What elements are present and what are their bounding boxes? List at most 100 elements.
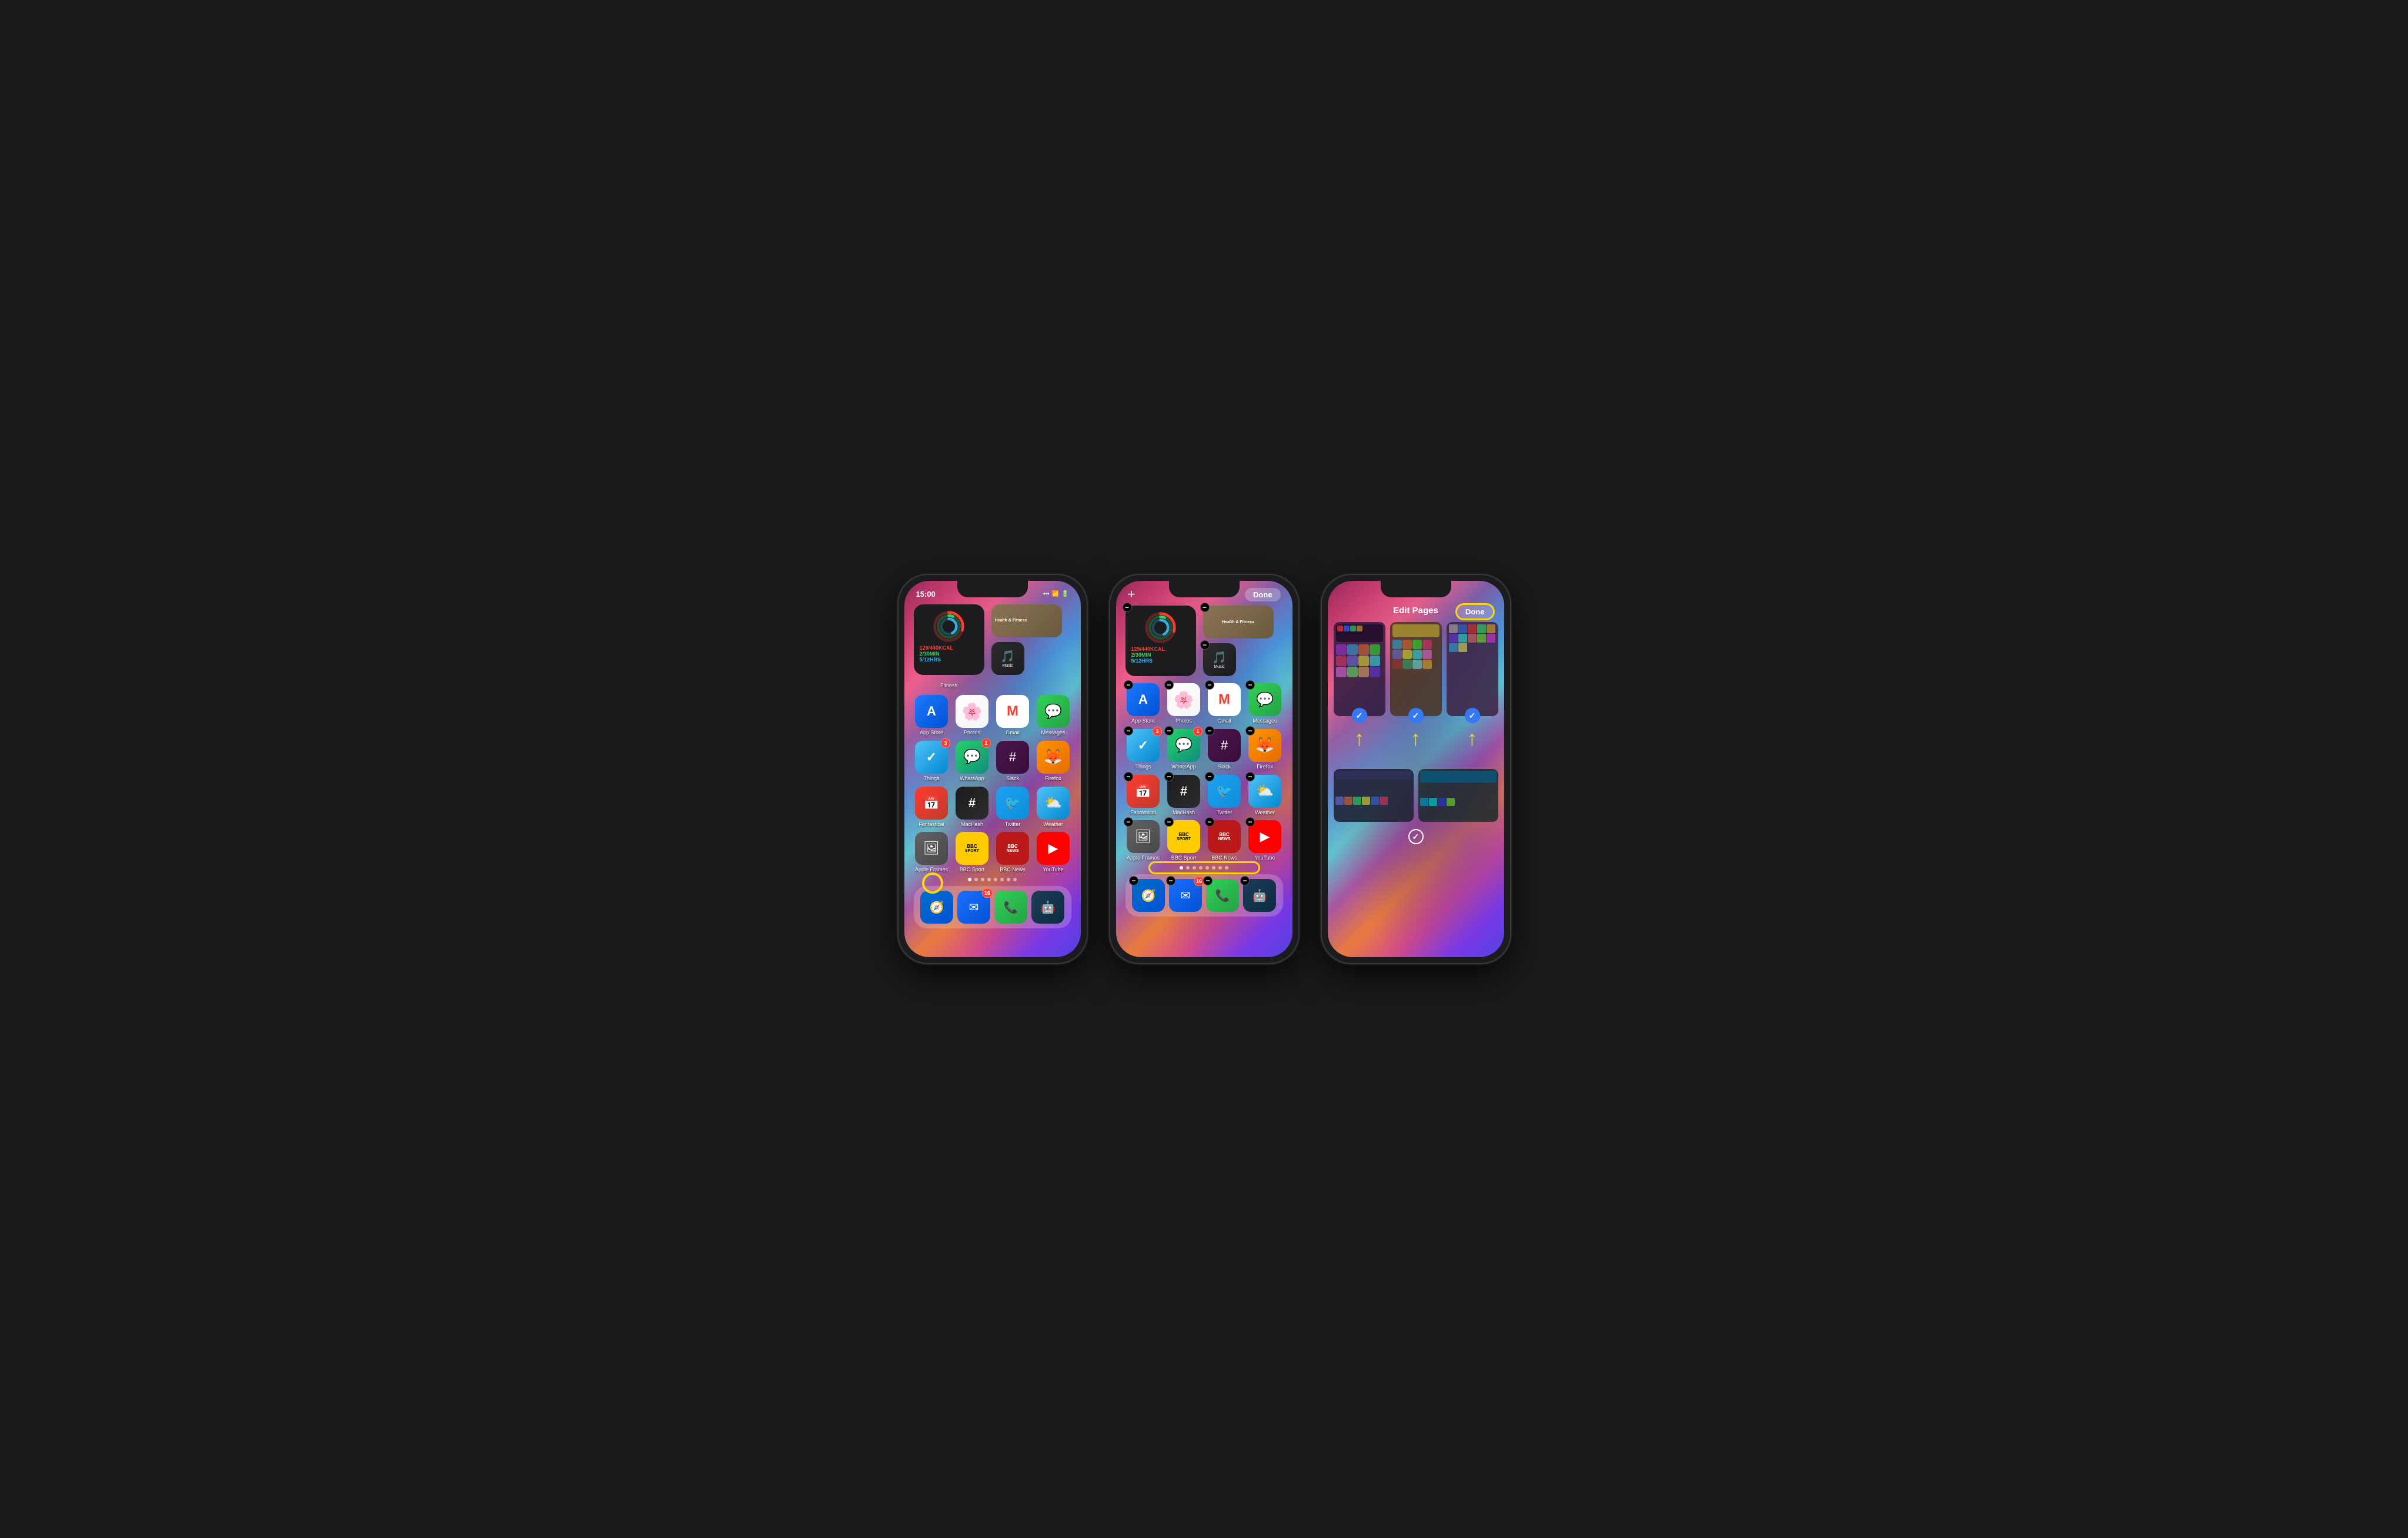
appstore-icon-2[interactable]: A − <box>1127 683 1160 716</box>
gmail-delete-2[interactable]: − <box>1205 680 1214 690</box>
app-messages-2[interactable]: 💬 − Messages <box>1247 683 1283 724</box>
fantastical-icon-1[interactable]: 📅 <box>915 787 948 820</box>
health-delete-2[interactable]: − <box>1200 603 1210 612</box>
app-whatsapp-2[interactable]: 💬 1 − WhatsApp <box>1166 729 1202 770</box>
app-photos-1[interactable]: 🌸 Photos <box>954 695 990 736</box>
app-appstore-1[interactable]: A App Store <box>914 695 950 736</box>
page-thumb-1[interactable]: ✓ <box>1334 622 1385 716</box>
app-fantastical-2[interactable]: 📅 − Fantastical <box>1125 775 1161 816</box>
weather-icon-1[interactable]: ⛅ <box>1037 787 1070 820</box>
messages-delete-2[interactable]: − <box>1245 680 1255 690</box>
fitness-delete-2[interactable]: − <box>1123 603 1132 612</box>
slack-icon-2[interactable]: # − <box>1208 729 1241 762</box>
app-bbcnews-2[interactable]: BBC NEWS − BBC News <box>1207 820 1243 861</box>
health-widget[interactable]: Health & Fitness <box>991 604 1062 637</box>
things-icon-1[interactable]: ✓ 3 <box>915 741 948 774</box>
dock-tweetbot-1[interactable]: 🤖 <box>1031 891 1064 924</box>
firefox-icon-2[interactable]: 🦊 − <box>1248 729 1281 762</box>
photos-delete-2[interactable]: − <box>1164 680 1174 690</box>
safari-icon-1[interactable]: 🧭 <box>920 891 953 924</box>
dock-mail-1[interactable]: ✉ 16 <box>957 891 990 924</box>
app-gmail-2[interactable]: M − Gmail <box>1207 683 1243 724</box>
weather-delete-2[interactable]: − <box>1245 772 1255 781</box>
bottom-checkmark[interactable]: ✓ <box>1408 829 1424 844</box>
appleframes-icon-1[interactable]: 🖼 <box>915 832 948 865</box>
app-appleframes-1[interactable]: 🖼 Apple Frames <box>914 832 950 873</box>
gmail-icon-1[interactable]: M <box>996 695 1029 728</box>
app-weather-1[interactable]: ⛅ Weather <box>1036 787 1071 828</box>
bbcnews-icon-1[interactable]: BBC NEWS <box>996 832 1029 865</box>
app-photos-2[interactable]: 🌸 − Photos <box>1166 683 1202 724</box>
weather-icon-2[interactable]: ⛅ − <box>1248 775 1281 808</box>
dock-mail-2[interactable]: ✉ 16 − <box>1169 879 1202 912</box>
page-thumb-2[interactable]: ✓ <box>1390 622 1442 716</box>
tweetbot-icon-1[interactable]: 🤖 <box>1031 891 1064 924</box>
page-1-checkmark[interactable]: ✓ <box>1352 708 1367 723</box>
safari-icon-2[interactable]: 🧭 − <box>1132 879 1165 912</box>
tweetbot-delete-2[interactable]: − <box>1240 876 1250 885</box>
app-weather-2[interactable]: ⛅ − Weather <box>1247 775 1283 816</box>
youtube-icon-1[interactable]: ▶ <box>1037 832 1070 865</box>
app-bbcsport-1[interactable]: BBC SPORT BBC Sport <box>954 832 990 873</box>
things-icon-2[interactable]: ✓ 3 − <box>1127 729 1160 762</box>
app-firefox-1[interactable]: 🦊 Firefox <box>1036 741 1071 782</box>
twitter-delete-2[interactable]: − <box>1205 772 1214 781</box>
bbcsport-delete-2[interactable]: − <box>1164 817 1174 827</box>
app-slack-2[interactable]: # − Slack <box>1207 729 1243 770</box>
page-thumb-5[interactable] <box>1418 769 1498 822</box>
mail-delete-2[interactable]: − <box>1166 876 1175 885</box>
app-messages-1[interactable]: 💬 Messages <box>1036 695 1071 736</box>
app-things-2[interactable]: ✓ 3 − Things <box>1125 729 1161 770</box>
fitness-widget[interactable]: 129/440KCAL 2/30MIN 5/12HRS <box>914 604 984 675</box>
appstore-icon-1[interactable]: A <box>915 695 948 728</box>
messages-icon-1[interactable]: 💬 <box>1037 695 1070 728</box>
add-button-2[interactable]: + <box>1128 587 1135 602</box>
music-widget[interactable]: 🎵 Music <box>991 642 1024 675</box>
firefox-delete-2[interactable]: − <box>1245 726 1255 735</box>
app-twitter-2[interactable]: 🐦 − Twitter <box>1207 775 1243 816</box>
page-2-checkmark[interactable]: ✓ <box>1408 708 1424 723</box>
app-appstore-2[interactable]: A − App Store <box>1125 683 1161 724</box>
dock-tweetbot-2[interactable]: 🤖 − <box>1243 879 1276 912</box>
app-bbcnews-1[interactable]: BBC NEWS BBC News <box>995 832 1031 873</box>
app-gmail-1[interactable]: M Gmail <box>995 695 1031 736</box>
done-button-3[interactable]: Done <box>1455 603 1495 620</box>
mail-icon-2[interactable]: ✉ 16 − <box>1169 879 1202 912</box>
bbcnews-delete-2[interactable]: − <box>1205 817 1214 827</box>
whatsapp-delete-2[interactable]: − <box>1164 726 1174 735</box>
page-thumb-3[interactable]: ✓ <box>1447 622 1498 716</box>
mail-icon-1[interactable]: ✉ 16 <box>957 891 990 924</box>
slack-delete-2[interactable]: − <box>1205 726 1214 735</box>
gmail-icon-2[interactable]: M − <box>1208 683 1241 716</box>
phone-delete-2[interactable]: − <box>1203 876 1213 885</box>
slack-icon-1[interactable]: # <box>996 741 1029 774</box>
youtube-delete-2[interactable]: − <box>1245 817 1255 827</box>
twitter-icon-1[interactable]: 🐦 <box>996 787 1029 820</box>
app-whatsapp-1[interactable]: 💬 1 WhatsApp <box>954 741 990 782</box>
fitness-widget-2[interactable]: 129/440KCAL 2/30MIN 5/12HRS <box>1125 606 1196 676</box>
photos-icon-2[interactable]: 🌸 − <box>1167 683 1200 716</box>
tweetbot-icon-2[interactable]: 🤖 − <box>1243 879 1276 912</box>
app-twitter-1[interactable]: 🐦 Twitter <box>995 787 1031 828</box>
bbcnews-icon-2[interactable]: BBC NEWS − <box>1208 820 1241 853</box>
fantastical-icon-2[interactable]: 📅 − <box>1127 775 1160 808</box>
appleframes-icon-2[interactable]: 🖼 − <box>1127 820 1160 853</box>
health-widget-2[interactable]: Health & Fitness <box>1203 606 1274 638</box>
app-firefox-2[interactable]: 🦊 − Firefox <box>1247 729 1283 770</box>
twitter-icon-2[interactable]: 🐦 − <box>1208 775 1241 808</box>
done-button-2[interactable]: Done <box>1245 588 1281 601</box>
page-thumb-4[interactable] <box>1334 769 1414 822</box>
page-3-checkmark[interactable]: ✓ <box>1465 708 1480 723</box>
app-bbcsport-2[interactable]: BBC SPORT − BBC Sport <box>1166 820 1202 861</box>
app-machash-2[interactable]: # − MacHash <box>1166 775 1202 816</box>
bbcsport-icon-1[interactable]: BBC SPORT <box>956 832 988 865</box>
dock-phone-2[interactable]: 📞 − <box>1206 879 1239 912</box>
bbcsport-icon-2[interactable]: BBC SPORT − <box>1167 820 1200 853</box>
machash-delete-2[interactable]: − <box>1164 772 1174 781</box>
app-machash-1[interactable]: # MacHash <box>954 787 990 828</box>
music-delete-2[interactable]: − <box>1200 640 1210 650</box>
firefox-icon-1[interactable]: 🦊 <box>1037 741 1070 774</box>
app-appleframes-2[interactable]: 🖼 − Apple Frames <box>1125 820 1161 861</box>
appstore-delete-2[interactable]: − <box>1124 680 1133 690</box>
fantastical-delete-2[interactable]: − <box>1124 772 1133 781</box>
